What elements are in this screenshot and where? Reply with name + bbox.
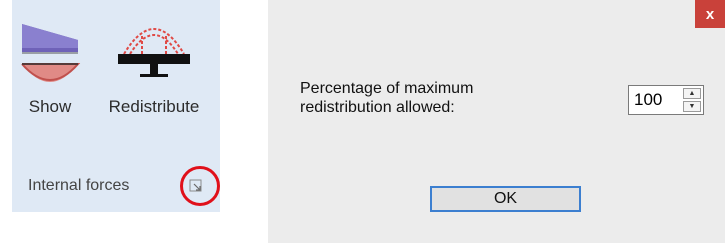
spin-buttons: ▲ ▼ (683, 88, 701, 112)
redistribute-button-label: Redistribute (108, 97, 200, 116)
redistribution-prompt-label: Percentage of maximum redistribution all… (300, 80, 474, 116)
ok-button[interactable]: OK (430, 186, 581, 212)
close-icon: x (705, 5, 715, 23)
close-button[interactable]: x (695, 0, 725, 28)
spin-up-icon[interactable]: ▲ (683, 88, 701, 99)
redistribute-moment-icon (118, 28, 190, 77)
highlight-circle (180, 166, 220, 206)
ok-button-label: OK (493, 190, 518, 207)
group-label: Internal forces (28, 177, 130, 194)
internal-forces-ribbon-group: Show Redistribute Internal forces (12, 0, 220, 212)
show-button-label: Show (28, 97, 72, 116)
percentage-stepper[interactable]: 100 ▲ ▼ (628, 85, 704, 115)
redistribute-button[interactable]: Redistribute (90, 0, 218, 130)
spin-down-icon[interactable]: ▼ (683, 101, 701, 112)
internal-forces-diagram-icon (21, 24, 81, 82)
redistribution-dialog: x Percentage of maximum redistribution a… (268, 0, 725, 243)
percentage-value[interactable]: 100 (634, 90, 662, 110)
show-button[interactable]: Show (12, 0, 88, 130)
